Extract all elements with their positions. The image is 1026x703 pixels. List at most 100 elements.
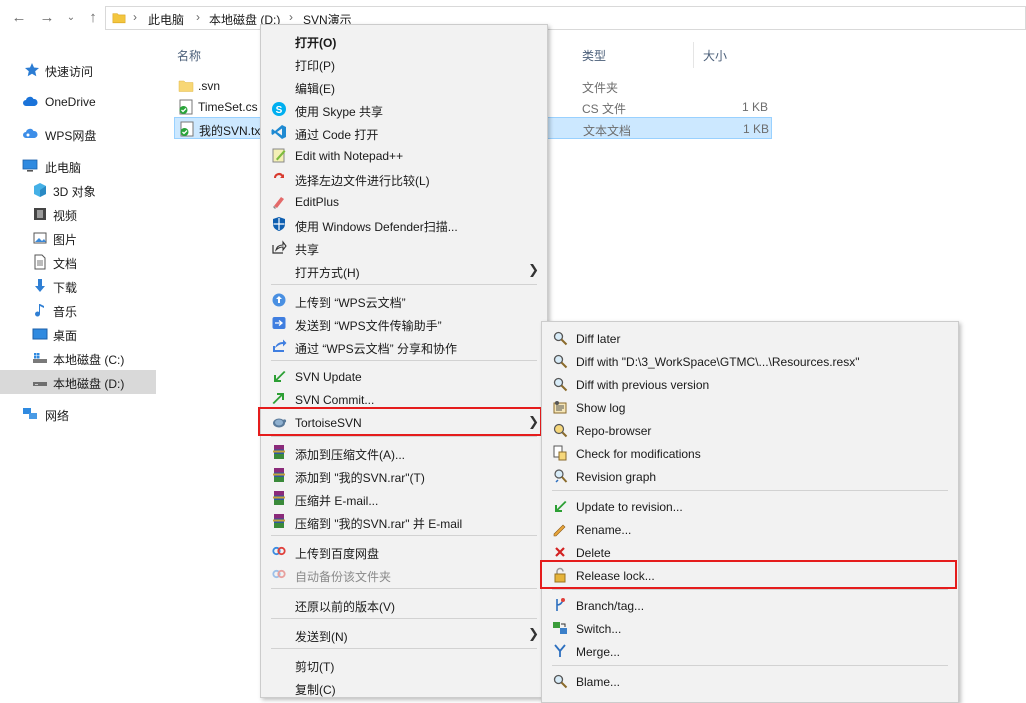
nav-desktop[interactable]: 桌面 [0,322,156,346]
menu-label: Check for modifications [576,447,701,461]
nav-quick-access[interactable]: 快速访问 [0,58,156,82]
submenu-item-blame[interactable]: Blame... [544,670,956,693]
menu-item-open-with[interactable]: 打开方式(H) ❯ [263,259,545,282]
submenu-item-show-log[interactable]: Show log [544,396,956,419]
forward-arrow-icon[interactable]: → [38,8,56,28]
menu-item-skype-share[interactable]: S 使用 Skype 共享 [263,98,545,121]
nav-onedrive[interactable]: OneDrive [0,90,156,114]
menu-label: Delete [576,546,611,560]
breadcrumb-this-pc[interactable]: 此电脑 [148,11,184,28]
wps-share-icon [273,339,287,352]
chevron-right-icon: ❯ [528,626,539,641]
skype-icon: S [272,102,286,116]
windows-drive-icon [33,353,47,363]
menu-item-add-archive[interactable]: 添加到压缩文件(A)... [263,441,545,464]
submenu-item-diff-with[interactable]: Diff with "D:\3_WorkSpace\GTMC\...\Resou… [544,350,956,373]
menu-item-print[interactable]: 打印(P) [263,52,545,75]
nav-videos[interactable]: 视频 [0,202,156,226]
nav-documents[interactable]: 文档 [0,250,156,274]
share-icon [272,240,287,254]
submenu-item-diff-later[interactable]: Diff later [544,327,956,350]
menu-item-copy[interactable]: 复制(C) [263,676,545,699]
nav-label: 文档 [53,257,78,271]
nav-label: 3D 对象 [53,185,96,199]
menu-label: Show log [576,401,626,415]
back-arrow-icon[interactable]: ← [10,8,28,28]
submenu-item-check-modifications[interactable]: Check for modifications [544,442,956,465]
tortoisesvn-submenu: Diff later Diff with "D:\3_WorkSpace\GTM… [541,321,959,703]
nav-label: 桌面 [53,329,78,343]
menu-item-zip-email[interactable]: 压缩并 E-mail... [263,487,545,510]
menu-item-wps-share[interactable]: 通过 “WPS云文档” 分享和协作 [263,335,545,358]
menu-label: 剪切(T) [295,660,335,674]
column-header-size[interactable]: 大小 [703,47,727,64]
address-bar[interactable]: › 此电脑 › 本地磁盘 (D:) › SVN演示 [105,6,1026,30]
menu-item-open-with-code[interactable]: 通过 Code 打开 [263,121,545,144]
compare-arrow-icon [274,173,284,178]
nav-network[interactable]: 网络 [0,402,156,426]
nav-this-pc[interactable]: 此电脑 [0,154,156,178]
menu-separator [271,648,537,649]
menu-item-editplus[interactable]: EditPlus [263,190,545,213]
column-header-type[interactable]: 类型 [582,47,606,64]
svn-update-icon [555,501,567,512]
menu-item-compare[interactable]: 选择左边文件进行比较(L) [263,167,545,190]
menu-item-open[interactable]: 打开(O) [263,29,545,52]
nav-disk-c[interactable]: 本地磁盘 (C:) [0,346,156,370]
menu-label: 上传到百度网盘 [295,547,380,561]
music-note-icon [35,304,44,317]
menu-label: EditPlus [295,195,340,209]
menu-label: 发送到 “WPS文件传输助手” [295,319,442,333]
menu-label: 添加到压缩文件(A)... [295,448,405,462]
menu-separator [271,535,537,536]
menu-label: 打印(P) [295,59,335,73]
svg-text:S: S [276,105,283,116]
menu-separator [271,360,537,361]
submenu-item-rename[interactable]: Rename... [544,518,956,541]
shield-icon [273,217,285,231]
folder-icon [112,13,126,24]
merge-icon [554,644,566,657]
baidu-netdisk-icon [272,569,286,579]
recent-chevron-icon[interactable]: ⌄ [62,8,80,28]
menu-item-send-to[interactable]: 发送到(N) ❯ [263,623,545,646]
wps-transfer-icon [272,317,286,329]
nav-wps[interactable]: WPS网盘 [0,122,156,146]
submenu-item-diff-previous[interactable]: Diff with previous version [544,373,956,396]
cube-icon [34,183,46,197]
submenu-item-switch[interactable]: Switch... [544,617,956,640]
menu-label: 还原以前的版本(V) [295,600,395,614]
nav-pictures[interactable]: 图片 [0,226,156,250]
menu-item-svn-update[interactable]: SVN Update [263,365,545,388]
submenu-item-repo-browser[interactable]: Repo-browser [544,419,956,442]
menu-item-notepadpp[interactable]: Edit with Notepad++ [263,144,545,167]
cloud-icon [23,96,38,106]
menu-item-share[interactable]: 共享 [263,236,545,259]
menu-item-restore-versions[interactable]: 还原以前的版本(V) [263,593,545,616]
submenu-item-branch-tag[interactable]: Branch/tag... [544,594,956,617]
menu-item-edit[interactable]: 编辑(E) [263,75,545,98]
nav-3d-objects[interactable]: 3D 对象 [0,178,156,202]
column-header-name[interactable]: 名称 [177,47,201,64]
menu-item-zip-rar-email[interactable]: 压缩到 "我的SVN.rar" 并 E-mail [263,510,545,533]
nav-music[interactable]: 音乐 [0,298,156,322]
document-icon [34,254,46,270]
submenu-item-revision-graph[interactable]: Revision graph [544,465,956,488]
menu-separator [271,284,537,285]
menu-label: Update to revision... [576,500,683,514]
nav-disk-d[interactable]: 本地磁盘 (D:) [0,370,156,394]
menu-item-add-rar[interactable]: 添加到 "我的SVN.rar"(T) [263,464,545,487]
submenu-item-update-to-revision[interactable]: Update to revision... [544,495,956,518]
menu-item-defender[interactable]: 使用 Windows Defender扫描... [263,213,545,236]
submenu-item-merge[interactable]: Merge... [544,640,956,663]
menu-item-wps-send[interactable]: 发送到 “WPS文件传输助手” [263,312,545,335]
menu-item-wps-upload[interactable]: 上传到 “WPS云文档” [263,289,545,312]
nav-downloads[interactable]: 下载 [0,274,156,298]
up-arrow-icon[interactable]: ↑ [84,8,102,28]
file-name: .svn [198,79,221,93]
download-icon [35,279,45,292]
menu-label: 通过 Code 打开 [295,128,379,142]
menu-item-cut[interactable]: 剪切(T) [263,653,545,676]
menu-item-baidu-upload[interactable]: 上传到百度网盘 [263,540,545,563]
menu-label: Diff with previous version [576,378,710,392]
